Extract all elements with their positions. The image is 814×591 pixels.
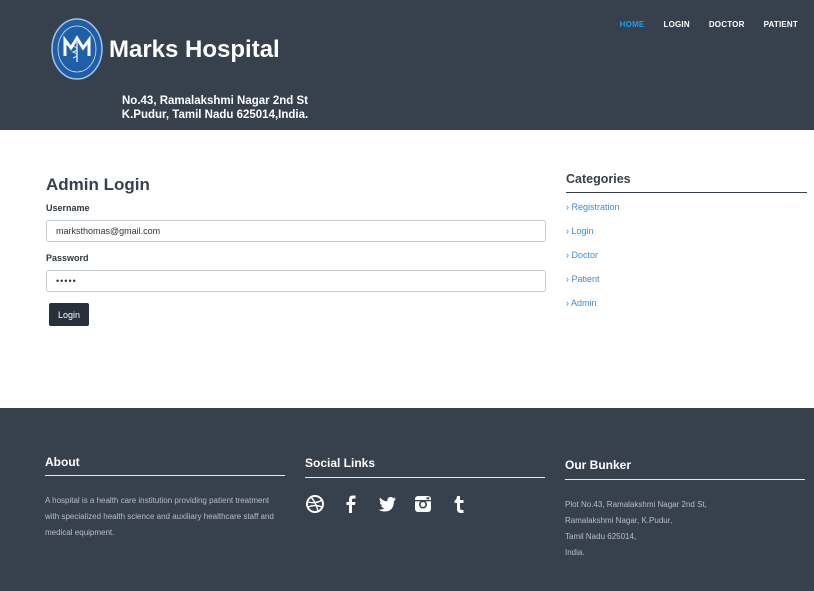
categories-title: Categories (566, 172, 631, 186)
bunker-address: Plot No.43, Ramalakshmi Nagar 2nd St, Ra… (565, 497, 805, 561)
bunker-line-3: Tamil Nadu 625014, (565, 532, 637, 541)
site-footer: About A hospital is a health care instit… (0, 408, 814, 591)
twitter-icon[interactable] (377, 494, 397, 514)
about-title: About (45, 455, 80, 469)
brand-title: Marks Hospital (109, 36, 280, 63)
login-button[interactable]: Login (49, 303, 89, 326)
instagram-icon[interactable] (413, 494, 433, 514)
main-content: Admin Login Username marksthomas@gmail.c… (0, 130, 814, 408)
username-label: Username (46, 203, 90, 213)
address-line-2: K.Pudur, Tamil Nadu 625014,India. (121, 109, 309, 121)
bunker-line-4: India. (565, 548, 585, 557)
tumblr-icon[interactable] (449, 494, 469, 514)
social-title: Social Links (305, 456, 376, 470)
login-title: Admin Login (46, 175, 150, 194)
username-input[interactable]: marksthomas@gmail.com (46, 220, 546, 242)
bunker-divider (565, 479, 805, 480)
header-address: No.43, Ramalakshmi Nagar 2nd St K.Pudur,… (110, 94, 320, 122)
categories-divider (566, 192, 807, 193)
about-text: A hospital is a health care institution … (45, 496, 274, 537)
site-header: Marks Hospital No.43, Ramalakshmi Nagar … (0, 0, 814, 130)
categories-list: › Registration › Login › Doctor › Patien… (566, 202, 620, 322)
nav-login[interactable]: LOGIN (663, 20, 689, 29)
nav-doctor[interactable]: DOCTOR (709, 20, 745, 29)
password-input[interactable]: ••••• (46, 270, 546, 292)
bunker-line-2: Ramalakshmi Nagar, K.Pudur, (565, 516, 673, 525)
category-login[interactable]: › Login (566, 226, 620, 250)
nav-home[interactable]: HOME (620, 20, 645, 29)
category-doctor[interactable]: › Doctor (566, 250, 620, 274)
category-admin[interactable]: › Admin (566, 298, 620, 322)
nav-patient[interactable]: PATIENT (764, 20, 798, 29)
social-links (305, 494, 469, 514)
password-label: Password (46, 253, 89, 263)
category-patient[interactable]: › Patient (566, 274, 620, 298)
social-divider (305, 477, 545, 478)
address-line-1: No.43, Ramalakshmi Nagar 2nd St (122, 95, 308, 107)
facebook-icon[interactable] (341, 494, 361, 514)
top-nav: HOME LOGIN DOCTOR PATIENT (620, 20, 798, 29)
bunker-line-1: Plot No.43, Ramalakshmi Nagar 2nd St, (565, 500, 707, 509)
hospital-logo[interactable] (51, 18, 103, 80)
about-divider (45, 475, 285, 476)
bunker-title: Our Bunker (565, 458, 632, 472)
dribbble-icon[interactable] (305, 494, 325, 514)
category-registration[interactable]: › Registration (566, 202, 620, 226)
